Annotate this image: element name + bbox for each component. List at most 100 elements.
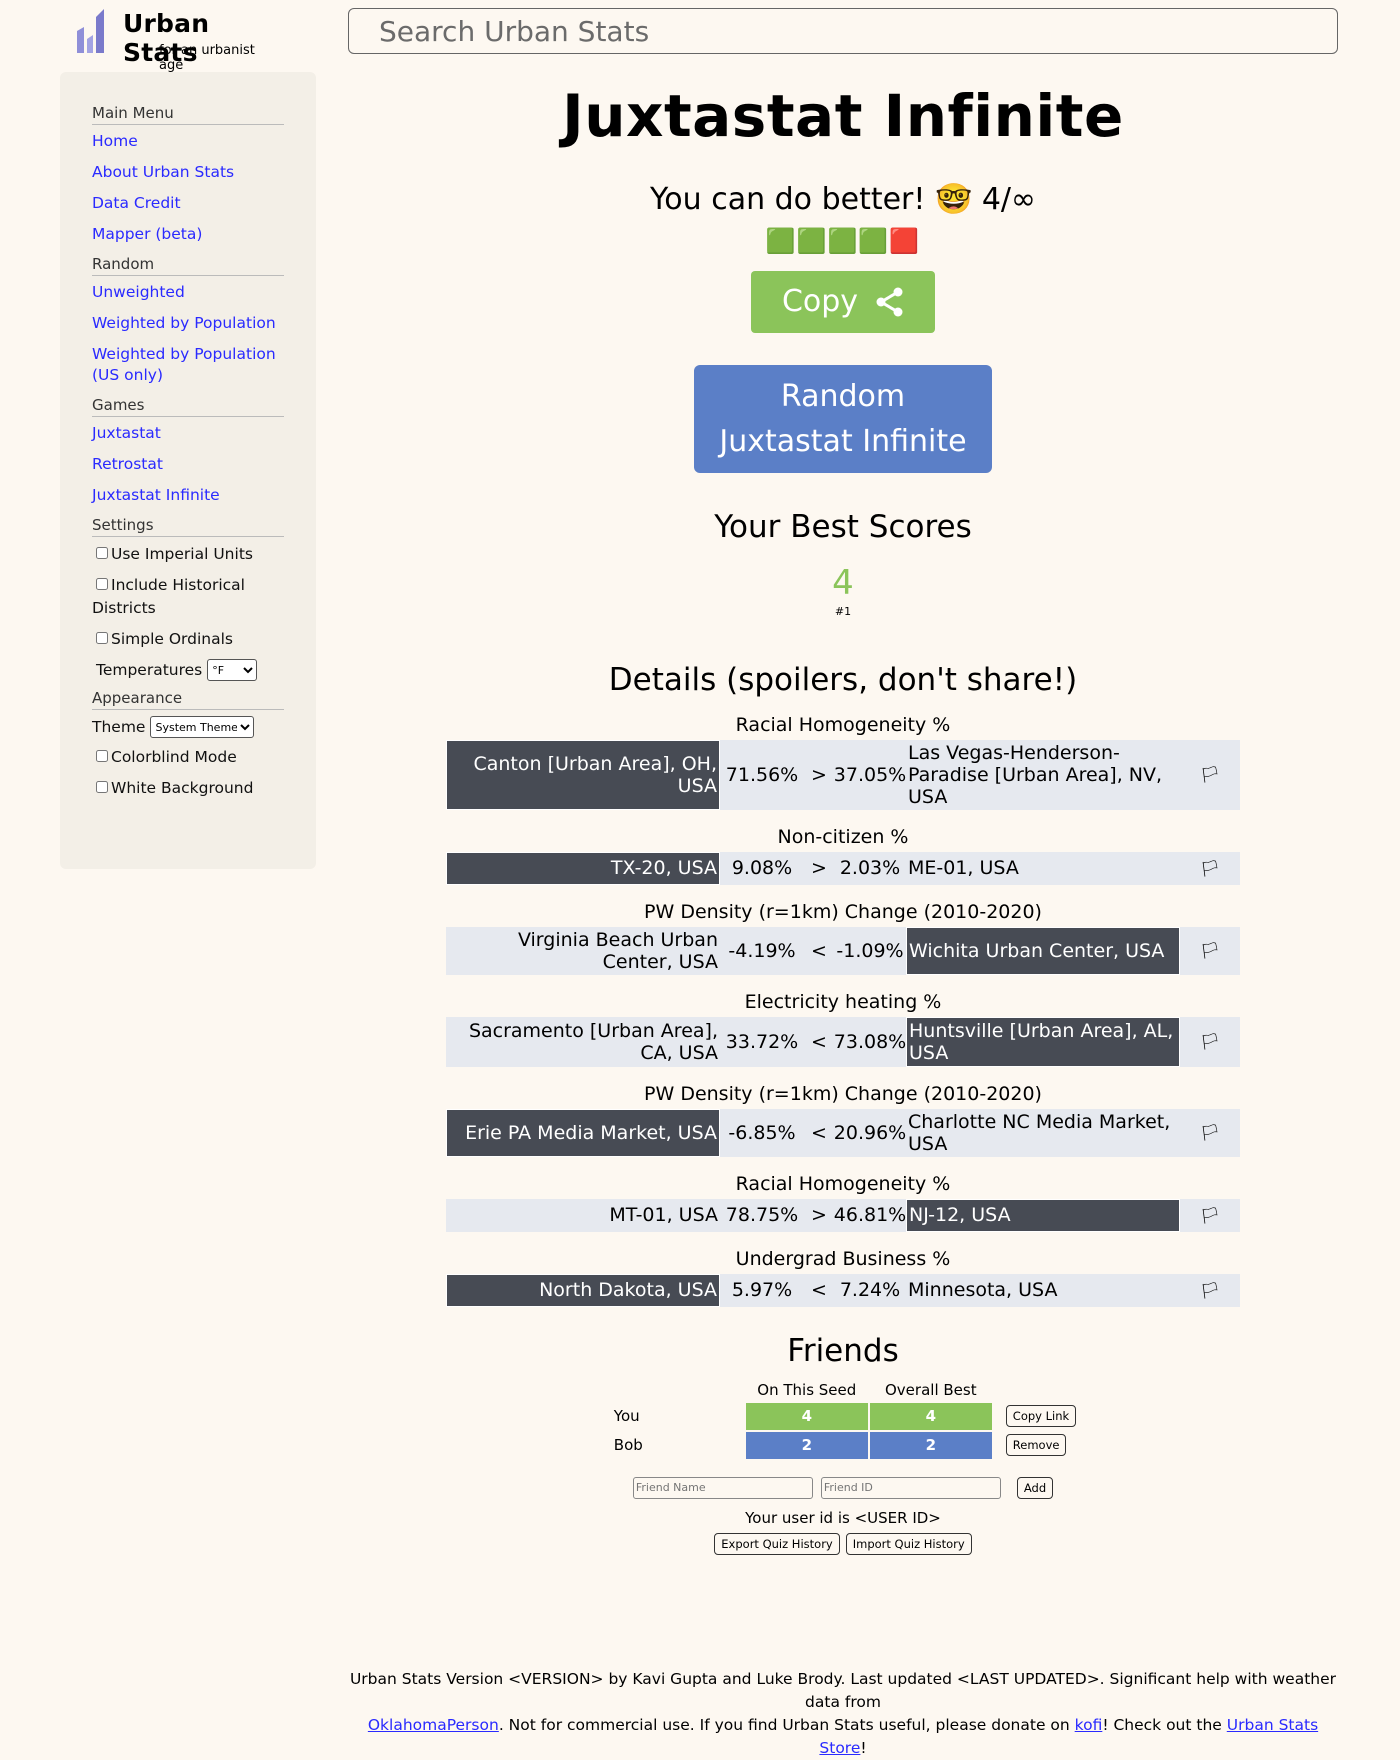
copy-button[interactable]: Copy (751, 270, 935, 333)
export-history-button[interactable]: Export Quiz History (714, 1532, 840, 1555)
temperatures-select[interactable]: °F (207, 659, 258, 681)
random-juxtastat-button[interactable]: Random Juxtastat Infinite (694, 364, 992, 473)
report-flag-icon[interactable]: 🏳 (1180, 1017, 1240, 1067)
historical-districts-option: Include Historical Districts (92, 574, 284, 620)
friend-row: Bob 2 2 Remove (610, 1431, 1076, 1459)
history-buttons: Export Quiz History Import Quiz History (348, 1532, 1338, 1555)
colorblind-option: Colorblind Mode (92, 746, 284, 769)
question-stat: PW Density (r=1km) Change (2010-2020) (644, 900, 1042, 923)
right-value: 37.05% (833, 763, 907, 786)
theme-option: Theme System Theme (92, 716, 284, 738)
question-row: Erie PA Media Market, USA -6.85% <20.96% Ch… (446, 1108, 1240, 1157)
temperatures-option: Temperatures °F (92, 659, 284, 681)
copy-link-button[interactable]: Copy Link (1005, 1405, 1077, 1428)
right-value: 20.96% (833, 1121, 907, 1144)
simple-ordinals-label: Simple Ordinals (111, 630, 234, 648)
temperatures-label: Temperatures (96, 661, 203, 679)
share-icon (876, 287, 903, 317)
question-stat: Undergrad Business % (735, 1247, 951, 1270)
kofi-link[interactable]: kofi (1075, 1716, 1103, 1734)
sidebar-section-random: Random (92, 255, 284, 276)
colorblind-label: Colorblind Mode (111, 748, 237, 766)
footer-text-2: . Not for commercial use. If you find Ur… (498, 1716, 1075, 1734)
report-flag-icon[interactable]: 🏳 (1180, 1274, 1240, 1307)
footer-text: Urban Stats Version <VERSION> by Kavi Gu… (349, 1670, 1337, 1711)
sidebar-item-mapper[interactable]: Mapper (beta) (92, 224, 284, 245)
friend-seed-score: 4 (745, 1402, 868, 1430)
right-region: Charlotte NC Media Market, USA (908, 1110, 1171, 1155)
left-region: Sacramento [Urban Area], CA, USA (468, 1019, 718, 1064)
best-score-value: 4 (832, 562, 854, 603)
left-region: Erie PA Media Market, USA (446, 1108, 720, 1157)
left-value: 33.72% (725, 1030, 799, 1053)
question-row: Virginia Beach Urban Center, USA -4.19% < -… (446, 926, 1240, 975)
friend-best-score: 2 (869, 1431, 992, 1459)
report-flag-icon[interactable]: 🏳 (1180, 852, 1240, 885)
comparison-operator: > (811, 763, 827, 786)
sidebar-item-juxtastat[interactable]: Juxtastat (92, 423, 284, 444)
left-value: 71.56% (725, 763, 799, 786)
column-on-this-seed: On This Seed (757, 1380, 857, 1399)
right-value: 46.81% (833, 1204, 907, 1227)
theme-select[interactable]: System Theme (150, 716, 255, 738)
logo[interactable]: Urban Stats for an urbanist age (75, 9, 275, 73)
main-content: Juxtastat Infinite You can do better! 🤓 … (348, 60, 1338, 1555)
sidebar-item-weighted-population-us[interactable]: Weighted by Population (US only) (92, 344, 284, 386)
comparison-operator: < (811, 1121, 827, 1144)
oklahomaperson-link[interactable]: OklahomaPerson (368, 1716, 499, 1734)
friend-name: Bob (613, 1436, 643, 1455)
import-history-button[interactable]: Import Quiz History (845, 1532, 972, 1555)
sidebar-item-retrostat[interactable]: Retrostat (92, 454, 284, 475)
white-background-label: White Background (111, 779, 254, 797)
report-flag-icon[interactable]: 🏳 (1180, 740, 1240, 810)
friend-name-input[interactable] (632, 1476, 813, 1499)
sidebar-item-juxtastat-infinite[interactable]: Juxtastat Infinite (92, 485, 284, 506)
footer-text-4: ! (860, 1739, 867, 1757)
imperial-units-checkbox[interactable] (96, 547, 108, 559)
copy-label: Copy (781, 284, 859, 320)
remove-friend-button[interactable]: Remove (1005, 1434, 1067, 1457)
report-flag-icon[interactable]: 🏳 (1180, 1199, 1240, 1232)
sidebar-section-appearance: Appearance (92, 689, 284, 710)
right-region: ME-01, USA (908, 857, 1019, 880)
simple-ordinals-checkbox[interactable] (96, 632, 108, 644)
question-row: Sacramento [Urban Area], CA, USA 33.72% <7… (446, 1016, 1240, 1067)
sidebar-section-games: Games (92, 396, 284, 417)
report-flag-icon[interactable]: 🏳 (1180, 927, 1240, 975)
friends-title: Friends (787, 1332, 899, 1369)
left-value: 5.97% (731, 1279, 793, 1302)
logo-subtitle: for an urbanist age (159, 43, 255, 73)
best-scores-title: Your Best Scores (714, 508, 972, 545)
details-title: Details (spoilers, don't share!) (608, 661, 1078, 698)
best-score-rank: #1 (834, 604, 852, 618)
sidebar-item-unweighted[interactable]: Unweighted (92, 282, 284, 303)
sidebar-item-home[interactable]: Home (92, 131, 284, 152)
report-flag-icon[interactable]: 🏳 (1180, 1109, 1240, 1157)
comparison-operator: > (811, 1204, 827, 1227)
logo-icon (77, 9, 104, 53)
comparison-operator: < (811, 1030, 827, 1053)
right-region: Wichita Urban Center, USA (906, 926, 1180, 975)
white-background-checkbox[interactable] (96, 781, 108, 793)
footer: Urban Stats Version <VERSION> by Kavi Gu… (348, 1668, 1338, 1760)
search-input[interactable] (348, 8, 1338, 54)
left-value: -6.85% (728, 1121, 796, 1144)
imperial-units-label: Use Imperial Units (111, 545, 253, 563)
colorblind-checkbox[interactable] (96, 750, 108, 762)
friend-best-score: 4 (869, 1402, 992, 1430)
left-value: 78.75% (725, 1204, 799, 1227)
result-line: You can do better! 🤓 4/∞ (649, 181, 1037, 217)
user-id-text: Your user id is <USER ID> (745, 1508, 941, 1527)
historical-districts-checkbox[interactable] (96, 578, 108, 590)
right-value: -1.09% (836, 939, 904, 962)
result-emoji: 🟩🟩🟩🟩🟥 (765, 226, 921, 255)
right-value: 2.03% (839, 857, 901, 880)
friend-id-input[interactable] (820, 1476, 1001, 1499)
sidebar-item-about[interactable]: About Urban Stats (92, 162, 284, 183)
sidebar-item-weighted-population[interactable]: Weighted by Population (92, 313, 284, 334)
question-row: MT-01, USA 78.75% >46.81% NJ-12, USA 🏳 (446, 1198, 1240, 1232)
question-stat: Non-citizen % (777, 825, 909, 848)
question-stat: Electricity heating % (744, 990, 942, 1013)
add-friend-button[interactable]: Add (1016, 1476, 1054, 1499)
sidebar-item-data-credit[interactable]: Data Credit (92, 193, 284, 214)
